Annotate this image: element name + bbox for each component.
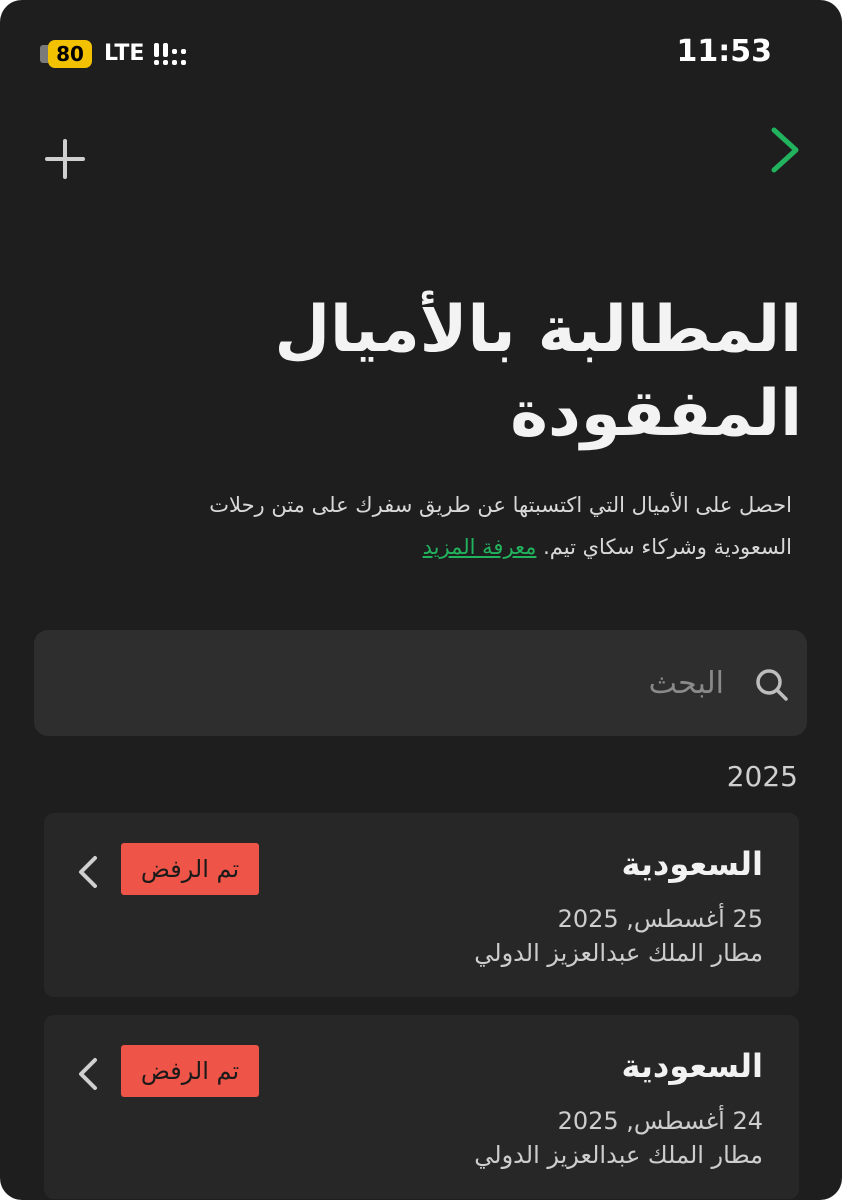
chevron-left-icon[interactable] (77, 855, 99, 889)
battery-indicator: 80 (40, 40, 94, 68)
status-badge: تم الرفض (121, 843, 259, 895)
page-title: المطالبة بالأميال المفقودة (274, 293, 802, 451)
battery-cap (40, 45, 48, 63)
search-box[interactable] (34, 630, 807, 736)
network-type: LTE (104, 41, 145, 66)
claim-airport: مطار الملك عبدالعزيز الدولي (474, 1141, 763, 1169)
claim-date: 25 أغسطس, 2025 (557, 905, 763, 933)
search-icon (756, 669, 788, 701)
battery-level: 80 (48, 40, 92, 68)
chevron-left-icon[interactable] (77, 1057, 99, 1091)
claim-card[interactable]: السعودية 25 أغسطس, 2025 مطار الملك عبدال… (44, 813, 799, 997)
status-badge: تم الرفض (121, 1045, 259, 1097)
claim-airline: السعودية (621, 1047, 763, 1085)
page-description: احصل على الأميال التي اكتسبتها عن طريق س… (132, 484, 792, 568)
claim-airline: السعودية (621, 845, 763, 883)
learn-more-link[interactable]: معرفة المزيد (423, 535, 537, 559)
signal-icon (154, 43, 186, 65)
claim-date: 24 أغسطس, 2025 (557, 1107, 763, 1135)
app-screen: 80 LTE 11:53 المطالبة بالأميال المفقودة … (0, 0, 842, 1200)
chevron-right-icon[interactable] (768, 126, 802, 174)
plus-icon[interactable] (44, 138, 86, 180)
section-year: 2025 (726, 760, 798, 793)
clock: 11:53 (676, 34, 773, 69)
status-bar: 80 LTE 11:53 (0, 0, 842, 100)
search-input[interactable] (34, 630, 724, 736)
claim-airport: مطار الملك عبدالعزيز الدولي (474, 939, 763, 967)
claim-card[interactable]: السعودية 24 أغسطس, 2025 مطار الملك عبدال… (44, 1015, 799, 1199)
